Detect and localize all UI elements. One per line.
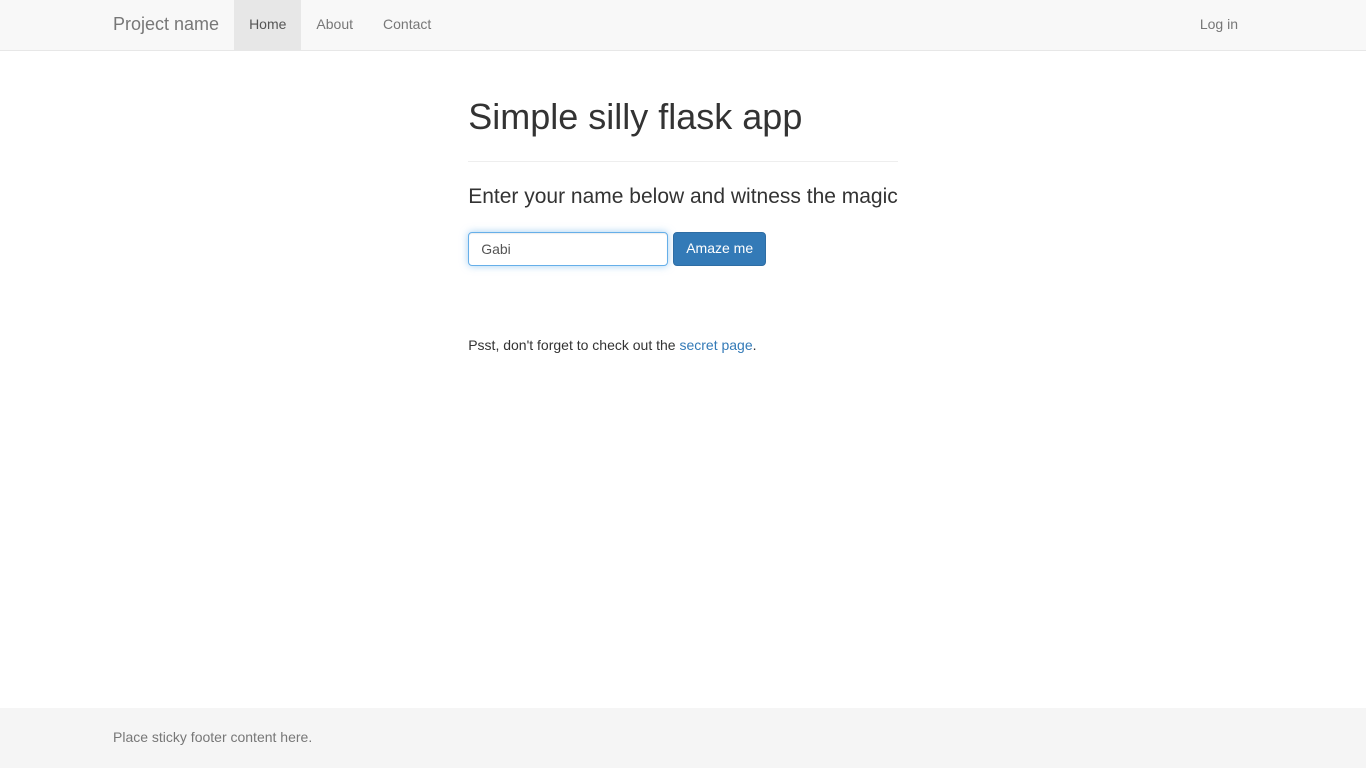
hint-suffix: . xyxy=(753,337,757,353)
hint-text: Psst, don't forget to check out the secr… xyxy=(468,336,898,356)
submit-button[interactable]: Amaze me xyxy=(673,232,766,266)
nav-link-home[interactable]: Home xyxy=(234,0,301,50)
nav-item-contact[interactable]: Contact xyxy=(368,0,446,50)
page-title: Simple silly flask app xyxy=(468,91,898,142)
nav-link-contact[interactable]: Contact xyxy=(368,0,446,50)
page-header: Simple silly flask app xyxy=(468,91,898,162)
nav-link-about[interactable]: About xyxy=(301,0,368,50)
nav-right: Log in xyxy=(1185,0,1253,50)
footer-text: Place sticky footer content here. xyxy=(113,728,1253,748)
name-input[interactable] xyxy=(468,232,668,266)
lead-text: Enter your name below and witness the ma… xyxy=(468,182,898,212)
name-form: Amaze me xyxy=(468,232,898,266)
hint-prefix: Psst, don't forget to check out the xyxy=(468,337,679,353)
navbar-brand[interactable]: Project name xyxy=(113,0,234,53)
nav-left: Home About Contact xyxy=(234,0,446,50)
nav-item-about[interactable]: About xyxy=(301,0,368,50)
nav-item-login[interactable]: Log in xyxy=(1185,0,1253,50)
footer: Place sticky footer content here. xyxy=(0,708,1366,768)
navbar: Project name Home About Contact Log in xyxy=(0,0,1366,51)
nav-link-login[interactable]: Log in xyxy=(1185,0,1253,50)
main-container: Simple silly flask app Enter your name b… xyxy=(453,51,913,708)
nav-item-home[interactable]: Home xyxy=(234,0,301,50)
secret-page-link[interactable]: secret page xyxy=(679,337,752,353)
